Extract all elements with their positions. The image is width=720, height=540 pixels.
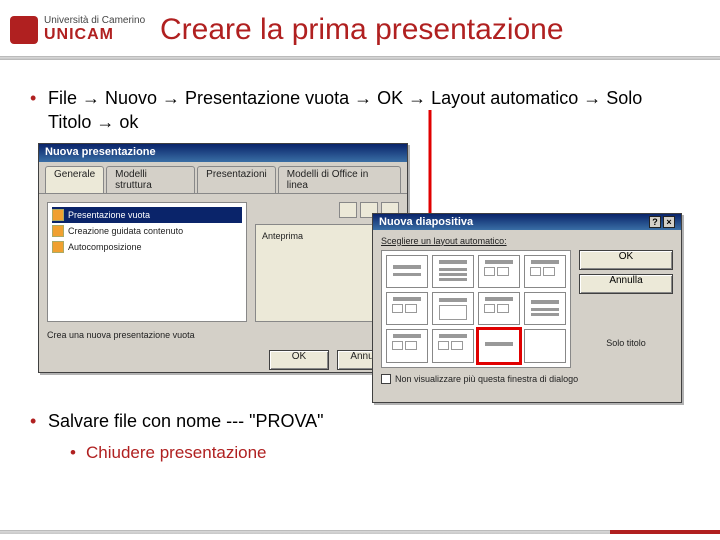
dialog2-dont-show-checkbox[interactable] <box>381 374 391 384</box>
layout-text-chart[interactable] <box>386 292 428 325</box>
dialog2-cancel-button[interactable]: Annulla <box>579 274 673 294</box>
layout-two-col[interactable] <box>478 255 520 288</box>
dialog2-titlebar: Nuova diapositiva ? × <box>373 214 681 230</box>
screenshots-area: Nuova presentazione Generale Modelli str… <box>30 143 690 403</box>
layout-title-slide[interactable] <box>386 255 428 288</box>
dialog2-selected-caption: Solo titolo <box>579 338 673 348</box>
bullet-save: Salvare file con nome --- "PROVA" <box>30 409 690 433</box>
dialog2-checkbox-label: Non visualizzare più questa finestra di … <box>395 374 578 384</box>
layout-text-clip[interactable] <box>478 292 520 325</box>
dialog-new-presentation: Nuova presentazione Generale Modelli str… <box>38 143 408 373</box>
slide-content: File → Nuovo → Presentazione vuota → OK … <box>0 60 720 479</box>
logo-brand: UNICAM <box>44 26 145 44</box>
logo-university-line: Università di Camerino <box>44 16 145 26</box>
dialog-new-slide: Nuova diapositiva ? × Scegliere un layou… <box>372 213 682 403</box>
list-item-label: Creazione guidata contenuto <box>68 226 183 236</box>
tab-online[interactable]: Modelli di Office in linea <box>278 166 401 193</box>
layout-clip-text[interactable] <box>386 329 428 362</box>
list-item-blank[interactable]: Presentazione vuota <box>52 207 242 223</box>
dialog1-titlebar: Nuova presentazione <box>39 144 407 162</box>
header-divider <box>0 56 720 60</box>
layout-bulleted[interactable] <box>432 255 474 288</box>
bullet-steps: File → Nuovo → Presentazione vuota → OK … <box>30 86 690 135</box>
dialog2-prompt: Scegliere un layout automatico: <box>381 236 673 246</box>
template-icon <box>52 241 64 253</box>
dialog1-tabs: Generale Modelli struttura Presentazioni… <box>39 162 407 194</box>
footer-accent <box>610 530 720 534</box>
layout-org[interactable] <box>524 292 566 325</box>
dialog2-ok-button[interactable]: OK <box>579 250 673 270</box>
tab-general[interactable]: Generale <box>45 166 104 193</box>
help-icon[interactable]: ? <box>649 216 661 228</box>
list-item-wizard[interactable]: Creazione guidata contenuto <box>52 223 242 239</box>
tab-templates[interactable]: Modelli struttura <box>106 166 195 193</box>
list-item-label: Presentazione vuota <box>68 210 150 220</box>
list-item-label: Autocomposizione <box>68 242 142 252</box>
layout-blank[interactable] <box>524 329 566 362</box>
close-icon[interactable]: × <box>663 216 675 228</box>
layout-chart[interactable] <box>432 292 474 325</box>
slide-header: Università di Camerino UNICAM Creare la … <box>0 0 720 60</box>
logo: Università di Camerino UNICAM <box>10 10 150 50</box>
view-large-icon[interactable] <box>339 202 357 218</box>
dialog1-ok-button[interactable]: OK <box>269 350 329 370</box>
shield-icon <box>10 16 38 44</box>
slide-title: Creare la prima presentazione <box>160 13 564 47</box>
template-icon <box>52 209 64 221</box>
dialog1-hint: Crea una nuova presentazione vuota <box>39 330 407 346</box>
tab-presentations[interactable]: Presentazioni <box>197 166 276 193</box>
bullet-close: Chiudere presentazione <box>70 443 690 463</box>
dialog1-template-list[interactable]: Presentazione vuota Creazione guidata co… <box>47 202 247 322</box>
layout-picker[interactable] <box>381 250 571 368</box>
dialog2-title-text: Nuova diapositiva <box>379 216 473 228</box>
list-item-auto[interactable]: Autocomposizione <box>52 239 242 255</box>
layout-title-only[interactable] <box>478 329 520 362</box>
layout-object[interactable] <box>432 329 474 362</box>
layout-table[interactable] <box>524 255 566 288</box>
template-icon <box>52 225 64 237</box>
